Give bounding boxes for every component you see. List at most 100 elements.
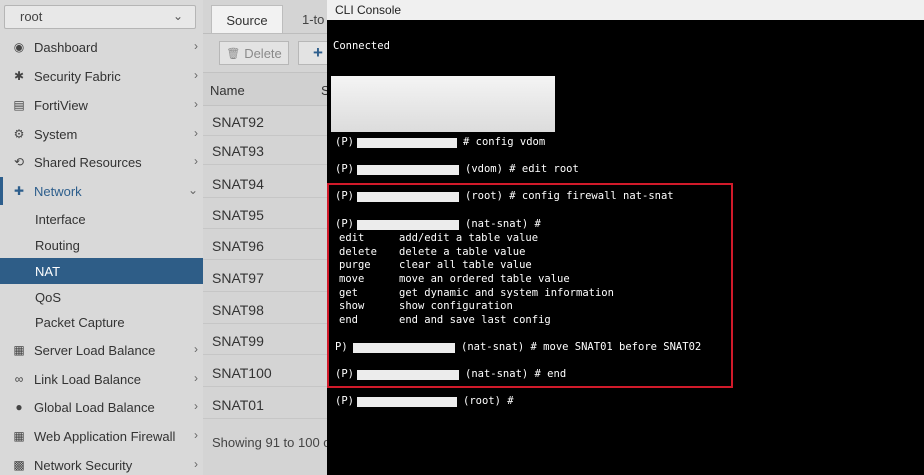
- terminal-line: (nat-snat) # move SNAT01 before SNAT02: [461, 341, 702, 353]
- sidebar-item-network-security[interactable]: ▩ Network Security ›: [0, 451, 203, 475]
- terminal-line: (P): [335, 136, 354, 148]
- table-row[interactable]: SNAT97: [203, 263, 333, 292]
- table-row[interactable]: SNAT94: [203, 169, 333, 198]
- sidebar-subitem-routing[interactable]: Routing: [0, 232, 203, 258]
- globe-icon: ●: [15, 400, 23, 414]
- terminal-line: (P): [335, 218, 354, 230]
- help-cmd: delete: [339, 246, 377, 258]
- help-cmd: move: [339, 273, 365, 285]
- tab-source[interactable]: Source: [211, 5, 283, 34]
- redacted-hostname: [357, 370, 459, 380]
- sidebar-subitem-label: Routing: [35, 237, 80, 253]
- sidebar-subitem-packet-capture[interactable]: Packet Capture: [0, 309, 203, 335]
- sidebar-item-label: Dashboard: [34, 39, 98, 55]
- sidebar-item-label: Global Load Balance: [34, 399, 155, 415]
- terminal-line: # config vdom: [463, 136, 546, 148]
- share-icon: ⟲: [13, 155, 25, 169]
- chevron-right-icon: ›: [194, 97, 198, 111]
- redacted-hostname: [353, 343, 455, 353]
- sidebar-item-system[interactable]: ⚙ System ›: [0, 120, 203, 148]
- sidebar-item-label: Security Fabric: [34, 68, 121, 84]
- column-header-name[interactable]: Name: [210, 83, 245, 98]
- sidebar-subitem-nat[interactable]: NAT: [0, 258, 203, 284]
- terminal-line: (vdom) # edit root: [465, 163, 579, 175]
- terminal-line: (nat-snat) # end: [465, 368, 567, 380]
- sidebar-item-label: Shared Resources: [34, 154, 142, 170]
- dashboard-icon: ◉: [13, 40, 25, 54]
- server-icon: ▦: [13, 343, 25, 357]
- terminal-line: (nat-snat) #: [465, 218, 541, 230]
- cli-console[interactable]: CLI Console Connected (P) # config vdom …: [327, 0, 924, 475]
- help-desc: add/edit a table value: [399, 232, 539, 244]
- network-icon: ✚: [13, 184, 25, 198]
- sidebar-item-server-load-balance[interactable]: ▦ Server Load Balance ›: [0, 336, 203, 364]
- help-desc: clear all table value: [399, 259, 532, 271]
- sidebar-item-link-load-balance[interactable]: ∞ Link Load Balance ›: [0, 365, 203, 393]
- sidebar-item-shared-resources[interactable]: ⟲ Shared Resources ›: [0, 148, 203, 176]
- nat-list-panel: Source 1-to 🗑 Delete + Name S SNAT92 SNA…: [203, 0, 335, 475]
- sidebar-item-label: Web Application Firewall: [34, 428, 176, 444]
- fortiview-icon: ▤: [13, 98, 25, 112]
- chevron-right-icon: ›: [194, 428, 198, 442]
- sidebar-item-label: Network Security: [34, 457, 133, 473]
- chevron-right-icon: ›: [194, 68, 198, 82]
- trash-icon: 🗑: [226, 47, 241, 60]
- table-row[interactable]: SNAT100: [203, 358, 333, 387]
- help-desc: get dynamic and system information: [399, 287, 614, 299]
- terminal-line: (P): [335, 395, 354, 407]
- chevron-down-icon: ⌄: [172, 9, 183, 23]
- redacted-hostname: [357, 192, 459, 202]
- sidebar-item-network[interactable]: ✚ Network ⌄: [0, 177, 203, 205]
- table-row[interactable]: SNAT92: [203, 107, 333, 136]
- sidebar-item-global-load-balance[interactable]: ● Global Load Balance ›: [0, 393, 203, 421]
- help-desc: move an ordered table value: [399, 273, 570, 285]
- vdom-select[interactable]: root ⌄: [4, 5, 196, 29]
- terminal-line: (P): [335, 163, 354, 175]
- help-cmd: purge: [339, 259, 371, 271]
- redacted-hostname: [357, 165, 459, 175]
- sidebar-item-label: Server Load Balance: [34, 342, 156, 358]
- chevron-right-icon: ›: [194, 457, 198, 471]
- redacted-hostname: [357, 220, 459, 230]
- table-row[interactable]: SNAT98: [203, 295, 333, 324]
- chevron-down-icon: ⌄: [187, 183, 198, 197]
- table-row[interactable]: SNAT99: [203, 326, 333, 355]
- table-row[interactable]: SNAT96: [203, 231, 333, 260]
- vdom-value: root: [20, 9, 43, 24]
- table-row[interactable]: SNAT01: [203, 390, 333, 419]
- help-desc: delete a table value: [399, 246, 526, 258]
- sidebar-item-dashboard[interactable]: ◉ Dashboard ›: [0, 33, 203, 61]
- sidebar-item-label: FortiView: [34, 97, 88, 113]
- link-icon: ∞: [14, 372, 24, 386]
- terminal-line: (P): [335, 190, 354, 202]
- sidebar-item-fortiview[interactable]: ▤ FortiView ›: [0, 91, 203, 119]
- security-fabric-icon: ✱: [13, 69, 25, 83]
- help-cmd: get: [339, 287, 358, 299]
- table-row[interactable]: SNAT95: [203, 200, 333, 229]
- chevron-right-icon: ›: [194, 154, 198, 168]
- sidebar-subitem-interface[interactable]: Interface: [0, 206, 203, 232]
- help-desc: end and save last config: [399, 314, 551, 326]
- sidebar-item-security-fabric[interactable]: ✱ Security Fabric ›: [0, 62, 203, 90]
- sidebar-subitem-qos[interactable]: QoS: [0, 284, 203, 310]
- tab-divider: [203, 33, 333, 34]
- cli-title: CLI Console: [335, 3, 402, 17]
- pagination-status: Showing 91 to 100 of: [212, 435, 335, 450]
- sidebar: root ⌄ ◉ Dashboard › ✱ Security Fabric ›…: [0, 0, 203, 475]
- help-cmd: show: [339, 300, 365, 312]
- terminal-line: (root) # config firewall nat-snat: [465, 190, 674, 202]
- lock-icon: ▩: [13, 458, 25, 472]
- redacted-banner: [331, 76, 555, 132]
- sidebar-subitem-label: Packet Capture: [35, 314, 125, 330]
- tab-one-to-one[interactable]: 1-to: [302, 12, 324, 27]
- help-cmd: end: [339, 314, 358, 326]
- delete-button[interactable]: 🗑 Delete: [219, 41, 289, 65]
- chevron-right-icon: ›: [194, 39, 198, 53]
- terminal-line: (root) #: [463, 395, 514, 407]
- table-row[interactable]: SNAT93: [203, 136, 333, 165]
- delete-button-label: Delete: [244, 45, 282, 61]
- gear-icon: ⚙: [13, 127, 25, 141]
- chevron-right-icon: ›: [194, 371, 198, 385]
- sidebar-item-label: System: [34, 126, 78, 142]
- sidebar-item-web-application-firewall[interactable]: ▦ Web Application Firewall ›: [0, 422, 203, 450]
